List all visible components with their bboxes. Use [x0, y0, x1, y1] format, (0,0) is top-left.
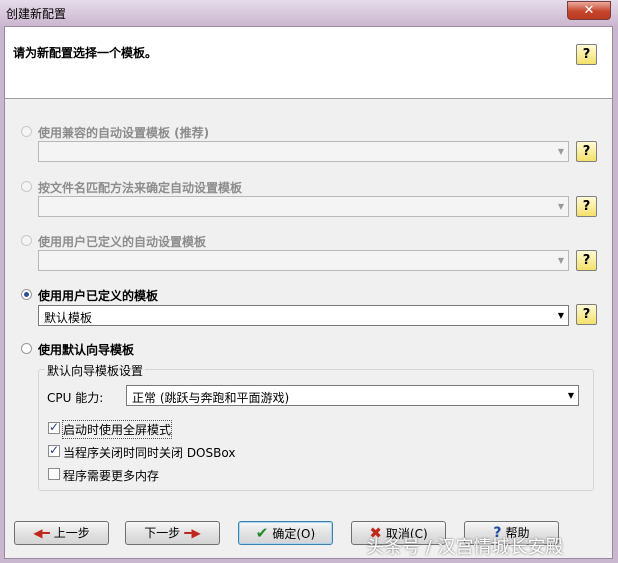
help-button-compatible[interactable]: ?: [576, 141, 597, 162]
user-auto-template-combo[interactable]: ▼: [38, 250, 569, 271]
help-button-user-template[interactable]: ?: [576, 304, 597, 325]
help-icon: ?: [582, 199, 591, 214]
user-template-combo-value: 默认模板: [44, 311, 93, 325]
fullscreen-checkbox[interactable]: [48, 420, 60, 434]
next-button-label: 下一步: [144, 526, 181, 540]
cpu-combo[interactable]: 正常 (跳跃与奔跑和平面游戏) ▼: [126, 385, 579, 406]
user-template-combo[interactable]: 默认模板 ▼: [38, 305, 569, 326]
filename-match-combo[interactable]: ▼: [38, 196, 569, 217]
help-button-filename[interactable]: ?: [576, 196, 597, 217]
chevron-down-icon: ▼: [557, 147, 564, 156]
chevron-down-icon: ▼: [557, 202, 564, 211]
radio-user-template[interactable]: [21, 289, 32, 300]
radio-user-auto-template[interactable]: [21, 235, 32, 246]
cpu-combo-value: 正常 (跳跃与奔跑和平面游戏): [132, 391, 290, 405]
next-button[interactable]: 下一步 ━▶: [125, 521, 220, 545]
radio-user-template-label: 使用用户已定义的模板: [38, 289, 159, 303]
checkmark-icon: ✔: [255, 524, 269, 542]
radio-compatible-template[interactable]: [21, 126, 32, 137]
radio-filename-match[interactable]: [21, 181, 32, 192]
header-panel: 请为新配置选择一个模板。 ?: [5, 27, 612, 99]
help-icon: ?: [582, 47, 591, 62]
help-icon: ?: [582, 253, 591, 268]
arrow-right-icon: ━▶: [184, 526, 201, 540]
radio-wizard-template-label: 使用默认向导模板: [38, 343, 135, 357]
radio-compatible-template-label: 使用兼容的自动设置模板 (推荐): [38, 126, 210, 140]
prev-button[interactable]: ◀━ 上一步: [14, 521, 109, 545]
cpu-label: CPU 能力:: [47, 391, 104, 405]
close-dosbox-checkbox-label: 当程序关闭时同时关闭 DOSBox: [63, 446, 236, 460]
more-memory-checkbox[interactable]: [48, 468, 60, 480]
arrow-left-icon: ◀━: [33, 526, 50, 540]
chevron-down-icon: ▼: [557, 256, 564, 265]
fullscreen-checkbox-label: 启动时使用全屏模式: [61, 420, 173, 439]
radio-user-auto-template-label: 使用用户已定义的自动设置模板: [38, 235, 207, 249]
ok-button-label: 确定(O): [272, 527, 316, 541]
help-icon: ?: [582, 144, 591, 159]
radio-wizard-template[interactable]: [21, 343, 32, 354]
watermark-text: 头条号 / 汉宫情城长安殿: [366, 537, 564, 558]
compatible-template-combo[interactable]: ▼: [38, 141, 569, 162]
close-dosbox-checkbox[interactable]: [48, 443, 60, 457]
close-icon: ✕: [583, 3, 595, 18]
wizard-settings-legend: 默认向导模板设置: [45, 362, 146, 379]
window-title: 创建新配置: [6, 7, 67, 21]
wizard-settings-group: 默认向导模板设置 CPU 能力: 正常 (跳跃与奔跑和平面游戏) ▼ 启动时使用…: [38, 362, 594, 491]
more-memory-checkbox-label: 程序需要更多内存: [63, 469, 160, 483]
chevron-down-icon: ▼: [567, 391, 574, 400]
close-button[interactable]: ✕: [567, 1, 611, 20]
help-button-user-auto[interactable]: ?: [576, 250, 597, 271]
chevron-down-icon: ▼: [557, 311, 564, 320]
prev-button-label: 上一步: [53, 526, 90, 540]
ok-button[interactable]: ✔ 确定(O): [238, 521, 333, 545]
header-help-button[interactable]: ?: [576, 44, 597, 65]
help-icon: ?: [582, 307, 591, 322]
radio-filename-match-label: 按文件名匹配方法来确定自动设置模板: [38, 181, 243, 195]
title-bar: 创建新配置 ✕: [0, 0, 618, 26]
dialog-body: 请为新配置选择一个模板。 ? 使用兼容的自动设置模板 (推荐) ▼ ? 按文件名…: [4, 26, 613, 559]
page-prompt: 请为新配置选择一个模板。: [13, 46, 158, 60]
